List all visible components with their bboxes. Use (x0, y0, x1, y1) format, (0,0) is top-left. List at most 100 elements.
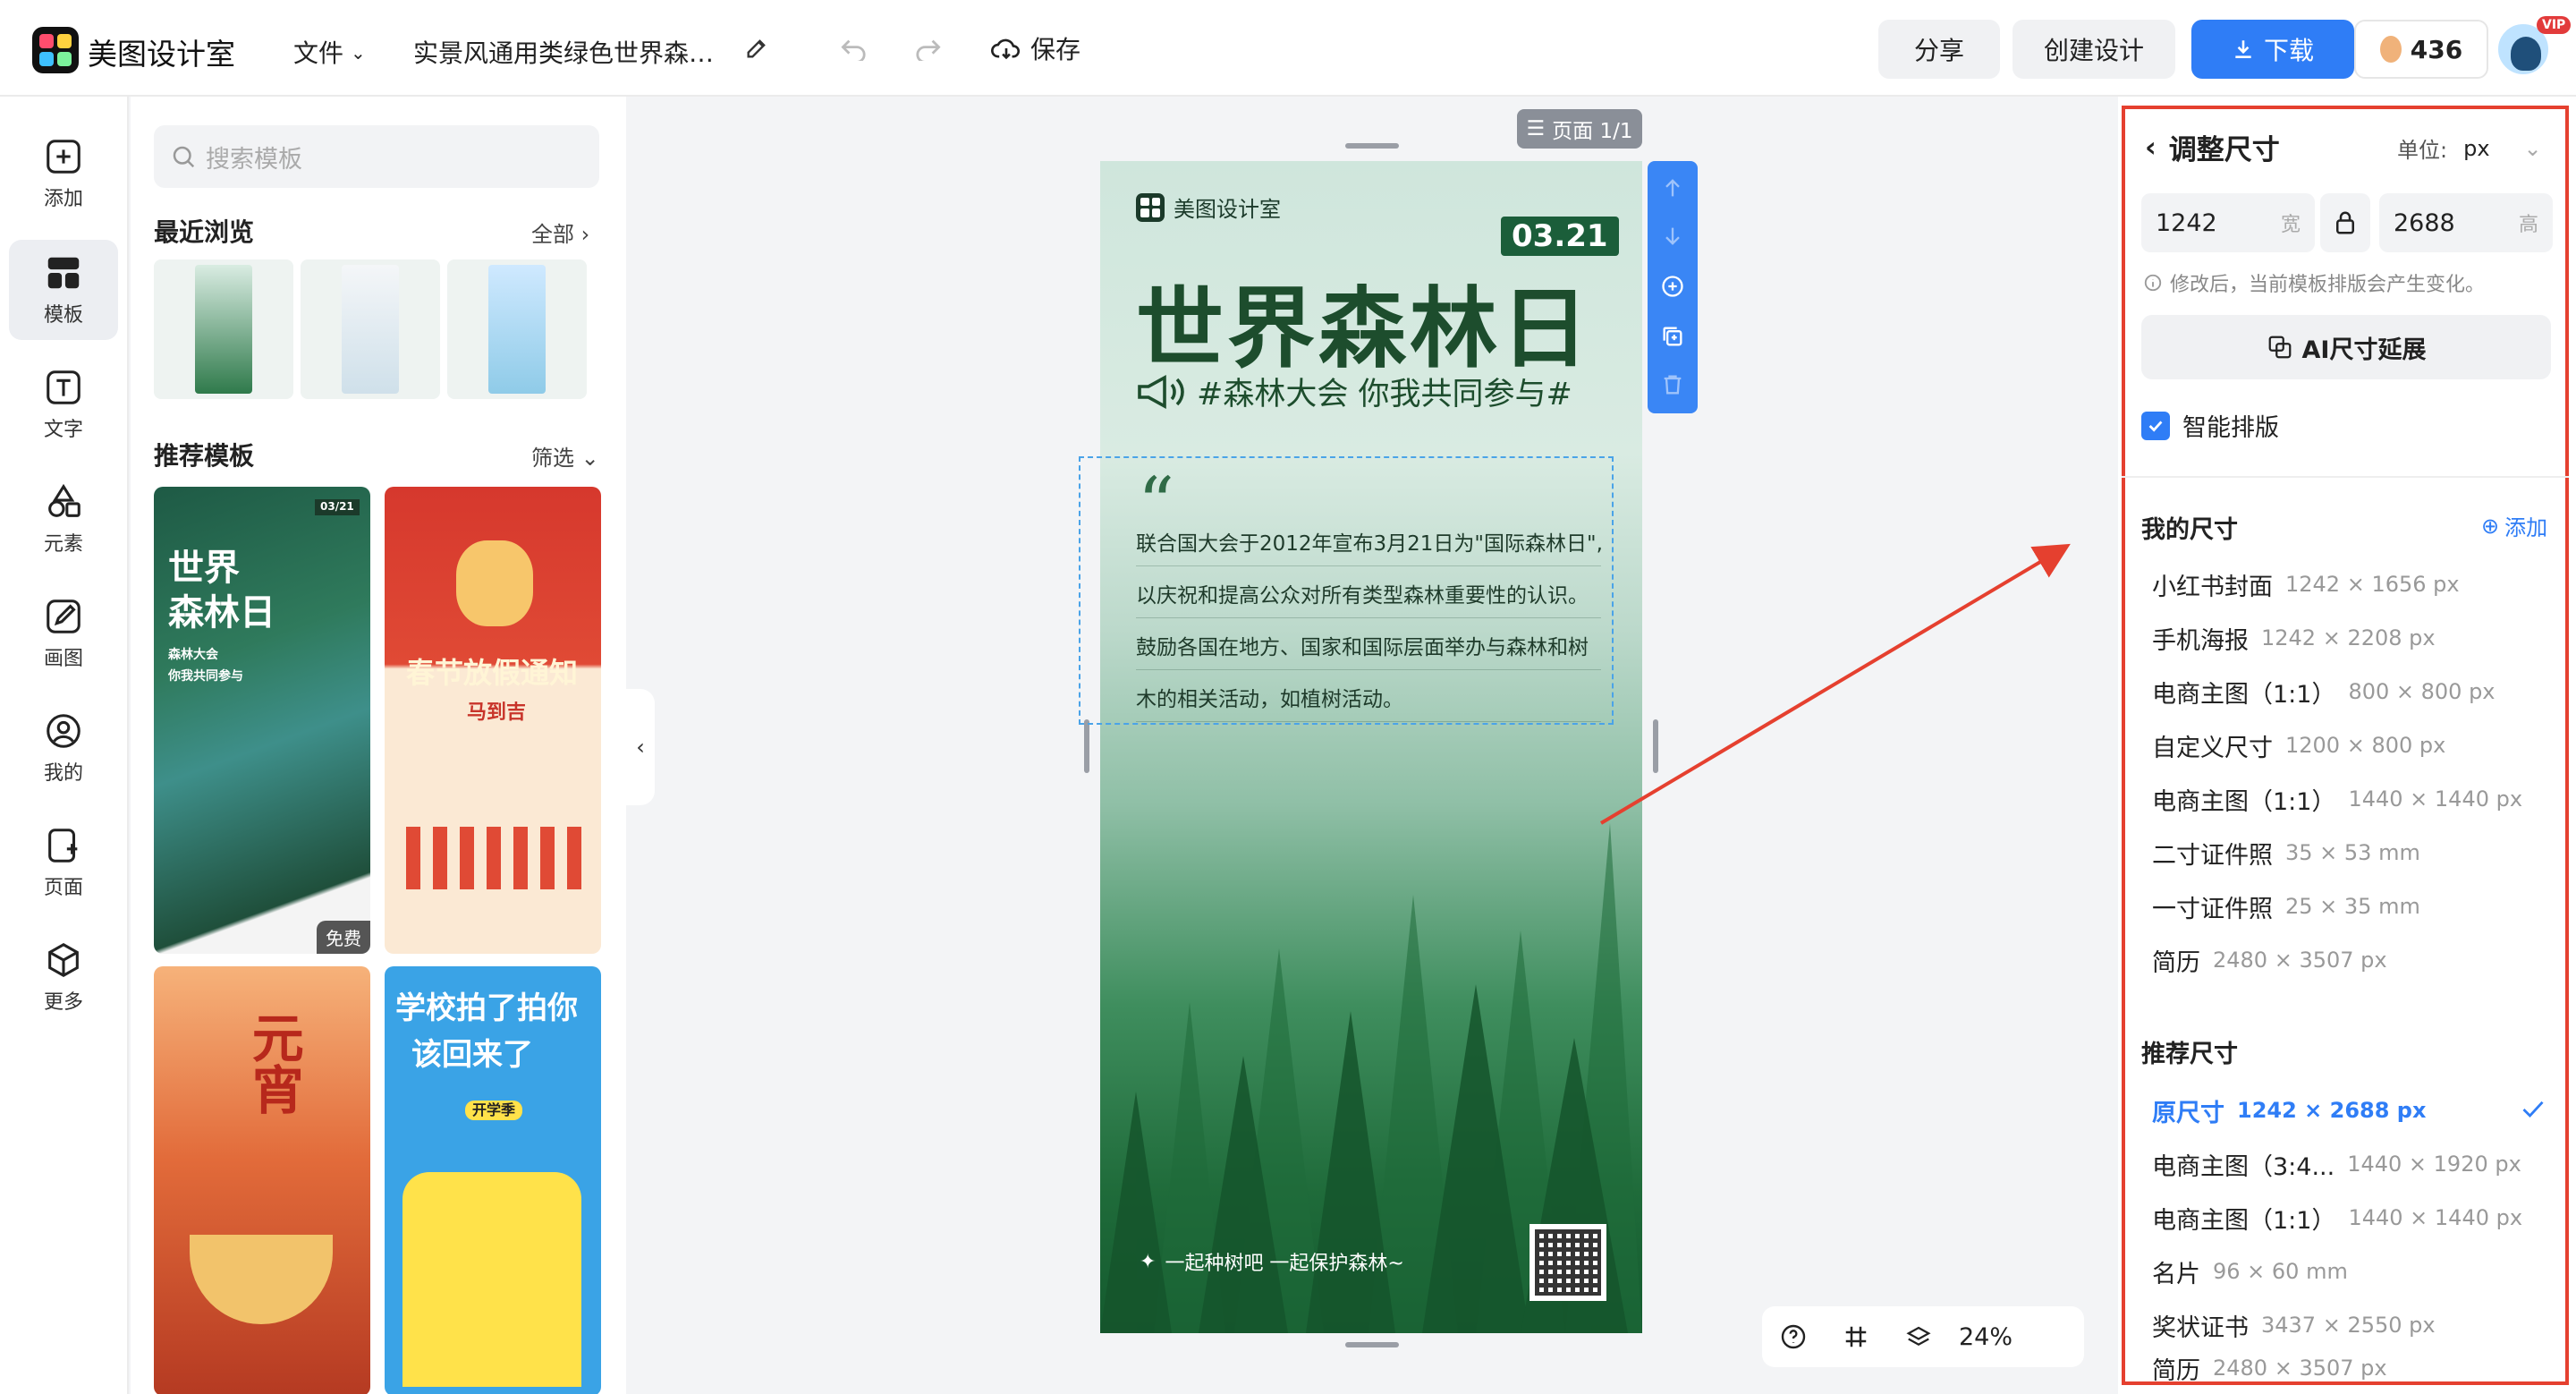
card4-title-2: 该回来了 (411, 1037, 533, 1073)
design-canvas[interactable]: 美图设计室 03.21 世界森林日 #森林大会 你我共同参与# ✦ 一起种树吧 … (1100, 161, 1642, 1333)
size-option[interactable]: 简历 2480 × 3507 px (2152, 938, 2546, 982)
document-title[interactable]: 实景风通用类绿色世界森林... (413, 34, 735, 70)
pen-icon (47, 599, 80, 633)
add-circle-icon[interactable] (1660, 274, 1685, 299)
size-option[interactable]: 手机海报 1242 × 2208 px (2152, 616, 2546, 660)
template-card-forest[interactable]: 世界 森林日 森林大会 你我共同参与 03/21 免费 (154, 487, 370, 954)
recent-all-label: 全部 (531, 222, 574, 247)
recent-all-link[interactable]: 全部 › (531, 217, 589, 248)
quote-line[interactable]: 以庆祝和提高公众对所有类型森林重要性的认识。 (1136, 578, 1601, 618)
size-option[interactable]: 一寸证件照 25 × 35 mm (2152, 884, 2546, 929)
rail-item-draw[interactable]: 画图 (9, 583, 118, 684)
add-size-button[interactable]: ⊕ 添加 (2481, 510, 2547, 541)
file-menu-label: 文件 (293, 38, 344, 68)
rail-item-templates[interactable]: 模板 (9, 240, 118, 340)
rail-label-add: 添加 (43, 188, 83, 210)
poster-brand[interactable]: 美图设计室 (1136, 191, 1281, 223)
smart-layout-toggle[interactable]: 智能排版 (2141, 408, 2279, 443)
app-logo-icon[interactable] (32, 27, 79, 73)
size-option[interactable]: 电商主图（1:1） 800 × 800 px (2152, 669, 2546, 714)
unit-selector[interactable]: 单位: px ⌄ (2397, 132, 2542, 164)
rail-item-elements[interactable]: 元素 (9, 469, 118, 569)
move-up-icon[interactable] (1660, 175, 1685, 200)
size-dimensions: 1242 × 2208 px (2261, 625, 2436, 650)
card2-seal: 马到吉 (467, 701, 527, 724)
resize-handle-right[interactable] (1653, 719, 1658, 773)
quote-line[interactable]: 联合国大会于2012年宣布3月21日为"国际森林日", (1136, 526, 1603, 566)
size-option[interactable]: 简历 2480 × 3507 px (2152, 1349, 2546, 1387)
aspect-lock-button[interactable] (2320, 193, 2370, 252)
quote-line[interactable]: 鼓励各国在地方、国家和国际层面举办与森林和树 (1136, 630, 1601, 670)
size-option[interactable]: 小红书封面 1242 × 1656 px (2152, 562, 2546, 607)
rail-item-mine[interactable]: 我的 (9, 698, 118, 798)
create-design-button[interactable]: 创建设计 (2012, 20, 2175, 79)
page-indicator[interactable]: ☰ 页面 1/1 (1517, 109, 1642, 149)
rail-item-text[interactable]: 文字 (9, 354, 118, 455)
download-button[interactable]: 下载 (2191, 20, 2354, 79)
size-option[interactable]: 自定义尺寸 1200 × 800 px (2152, 723, 2546, 768)
checkbox-checked-icon[interactable] (2141, 411, 2170, 440)
duplicate-icon[interactable] (1660, 324, 1685, 349)
poster-footer[interactable]: ✦ 一起种树吧 一起保护森林~ (1140, 1247, 1404, 1276)
rail-item-add[interactable]: 添加 (9, 123, 118, 224)
size-option-selected[interactable]: 原尺寸 1242 × 2688 px (2152, 1088, 2546, 1133)
edit-icon[interactable] (744, 36, 769, 61)
lock-icon (2336, 211, 2354, 234)
poster-subtitle[interactable]: #森林大会 你我共同参与# (1136, 369, 1572, 414)
resize-handle-top[interactable] (1345, 143, 1399, 149)
size-name: 二寸证件照 (2152, 841, 2273, 870)
size-option[interactable]: 电商主图（1:1） 1440 × 1440 px (2152, 777, 2546, 821)
resize-header[interactable]: ‹ 调整尺寸 (2145, 127, 2280, 167)
coin-count: 436 (2410, 34, 2463, 64)
height-input[interactable]: 2688 高 (2379, 193, 2553, 252)
size-option[interactable]: 奖状证书 3437 × 2550 px (2152, 1303, 2546, 1347)
template-card-spring-festival[interactable]: 春节放假通知 马到吉 (385, 487, 601, 954)
redo-icon[interactable] (912, 36, 943, 61)
user-icon (47, 714, 80, 748)
poster-title[interactable]: 世界森林日 (1136, 258, 1592, 385)
rail-label-more: 更多 (43, 991, 83, 1014)
save-button[interactable]: 保存 (991, 30, 1080, 66)
file-menu[interactable]: 文件 ⌄ (293, 34, 366, 70)
grid-button[interactable] (1825, 1306, 1887, 1367)
zoom-level[interactable]: 24% (1959, 1323, 2012, 1351)
move-down-icon[interactable] (1660, 224, 1685, 249)
save-label: 保存 (1030, 35, 1081, 64)
recent-thumb[interactable] (154, 259, 293, 399)
text-icon (47, 370, 80, 404)
width-input[interactable]: 1242 宽 (2141, 193, 2315, 252)
width-value: 1242 (2156, 208, 2217, 237)
share-button[interactable]: 分享 (1878, 20, 2000, 79)
collapse-panel-button[interactable]: ‹ (626, 689, 655, 805)
size-option[interactable]: 名片 96 × 60 mm (2152, 1249, 2546, 1294)
layers-button[interactable] (1887, 1306, 1950, 1367)
cloud-save-icon (991, 38, 1021, 60)
filter-button[interactable]: 筛选 ⌄ (531, 440, 599, 472)
undo-icon[interactable] (839, 36, 869, 61)
rail-item-pages[interactable]: 页面 (9, 812, 118, 913)
delete-icon[interactable] (1660, 372, 1685, 397)
qr-code-image[interactable] (1530, 1224, 1606, 1301)
template-grid-icon (47, 257, 80, 289)
size-option[interactable]: 二寸证件照 35 × 53 mm (2152, 830, 2546, 875)
resize-handle-left[interactable] (1084, 719, 1089, 773)
poster-subtitle-text: #森林大会 你我共同参与# (1197, 377, 1572, 412)
app-name[interactable]: 美图设计室 (88, 30, 235, 73)
back-arrow-icon[interactable]: ‹ (2145, 132, 2157, 164)
recent-thumb[interactable] (447, 259, 587, 399)
recommend-title: 推荐模板 (154, 441, 255, 471)
coin-balance[interactable]: 436 (2354, 20, 2488, 79)
rail-item-more[interactable]: 更多 (9, 927, 118, 1027)
template-card-lantern[interactable]: 元宵 (154, 966, 370, 1394)
size-option[interactable]: 电商主图（3:4... 1440 × 1920 px (2152, 1142, 2546, 1186)
help-button[interactable] (1762, 1306, 1825, 1367)
template-card-school[interactable]: 学校拍了拍你 该回来了 开学季 (385, 966, 601, 1394)
recent-thumb[interactable] (301, 259, 440, 399)
quote-line[interactable]: 木的相关活动，如植树活动。 (1136, 682, 1601, 722)
size-option[interactable]: 电商主图（1:1） 1440 × 1440 px (2152, 1195, 2546, 1240)
resize-handle-bottom[interactable] (1345, 1342, 1399, 1347)
card1-sub-1: 森林大会 (168, 648, 218, 662)
ai-resize-extend-button[interactable]: AI尺寸延展 (2141, 315, 2551, 379)
poster-date[interactable]: 03.21 (1501, 217, 1619, 256)
template-search-input[interactable]: 搜索模板 (154, 125, 599, 188)
